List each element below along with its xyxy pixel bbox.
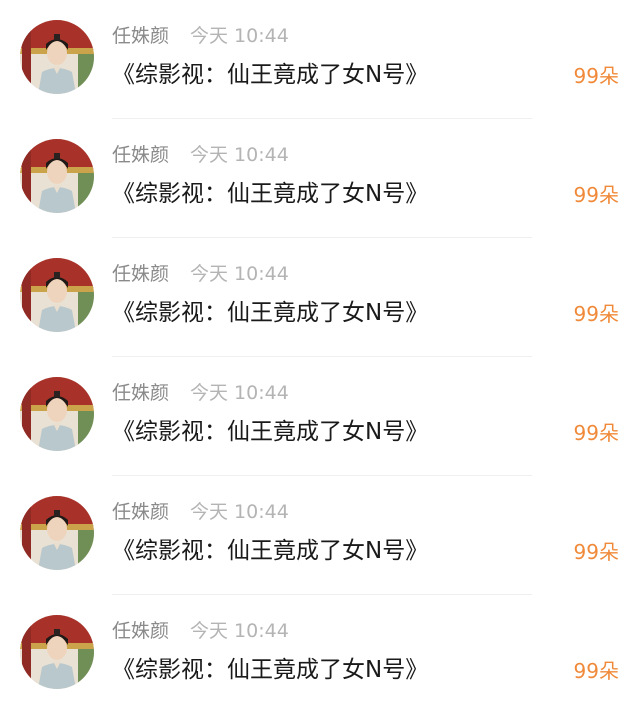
avatar-image: [20, 615, 94, 689]
user-name[interactable]: 任姝颜: [112, 619, 169, 643]
timestamp: 今天 10:44: [190, 144, 289, 166]
avatar-image: [20, 496, 94, 570]
user-name[interactable]: 任姝颜: [112, 143, 169, 167]
timestamp: 今天 10:44: [190, 25, 289, 47]
book-title[interactable]: 《综影视：仙王竟成了女N号》: [112, 179, 428, 209]
gift-count: 99朵: [573, 421, 619, 445]
timestamp: 今天 10:44: [190, 620, 289, 642]
avatar[interactable]: [20, 496, 94, 570]
book-title[interactable]: 《综影视：仙王竟成了女N号》: [112, 536, 428, 566]
timestamp: 今天 10:44: [190, 382, 289, 404]
list-item[interactable]: 任姝颜 今天 10:44 《综影视：仙王竟成了女N号》 99朵: [0, 119, 640, 238]
gift-count: 99朵: [573, 183, 619, 207]
book-title[interactable]: 《综影视：仙王竟成了女N号》: [112, 298, 428, 328]
book-title[interactable]: 《综影视：仙王竟成了女N号》: [112, 655, 428, 685]
avatar-image: [20, 20, 94, 94]
avatar[interactable]: [20, 139, 94, 213]
timestamp: 今天 10:44: [190, 263, 289, 285]
book-title[interactable]: 《综影视：仙王竟成了女N号》: [112, 60, 428, 90]
avatar[interactable]: [20, 258, 94, 332]
list-item[interactable]: 任姝颜 今天 10:44 《综影视：仙王竟成了女N号》 99朵: [0, 476, 640, 595]
gift-record-list: 任姝颜 今天 10:44 《综影视：仙王竟成了女N号》 99朵 任姝颜 今天 1…: [0, 0, 640, 714]
avatar[interactable]: [20, 615, 94, 689]
list-item[interactable]: 任姝颜 今天 10:44 《综影视：仙王竟成了女N号》 99朵: [0, 595, 640, 714]
avatar-image: [20, 377, 94, 451]
gift-count: 99朵: [573, 64, 619, 88]
timestamp: 今天 10:44: [190, 501, 289, 523]
gift-count: 99朵: [573, 302, 619, 326]
user-name[interactable]: 任姝颜: [112, 24, 169, 48]
list-item[interactable]: 任姝颜 今天 10:44 《综影视：仙王竟成了女N号》 99朵: [0, 357, 640, 476]
user-name[interactable]: 任姝颜: [112, 262, 169, 286]
gift-count: 99朵: [573, 540, 619, 564]
avatar-image: [20, 258, 94, 332]
book-title[interactable]: 《综影视：仙王竟成了女N号》: [112, 417, 428, 447]
avatar-image: [20, 139, 94, 213]
gift-count: 99朵: [573, 659, 619, 683]
user-name[interactable]: 任姝颜: [112, 500, 169, 524]
list-item[interactable]: 任姝颜 今天 10:44 《综影视：仙王竟成了女N号》 99朵: [0, 238, 640, 357]
avatar[interactable]: [20, 377, 94, 451]
avatar[interactable]: [20, 20, 94, 94]
list-item[interactable]: 任姝颜 今天 10:44 《综影视：仙王竟成了女N号》 99朵: [0, 0, 640, 119]
user-name[interactable]: 任姝颜: [112, 381, 169, 405]
